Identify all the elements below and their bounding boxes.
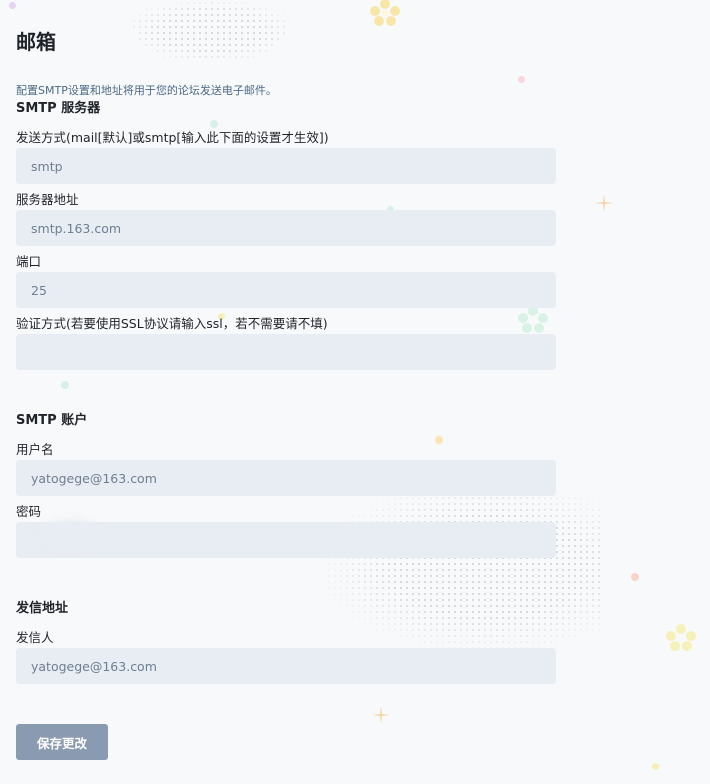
username-label: 用户名: [16, 442, 54, 457]
dot-decoration: [631, 573, 639, 581]
page-description: 配置SMTP设置和地址将用于您的论坛发送电子邮件。: [16, 84, 277, 97]
section-title-smtp-server: SMTP 服务器: [16, 101, 101, 116]
password-label: 密码: [16, 504, 42, 519]
encryption-input[interactable]: [16, 334, 556, 370]
port-input[interactable]: 25: [16, 272, 556, 308]
dot-decoration: [435, 436, 443, 444]
dot-decoration: [61, 381, 69, 389]
host-input[interactable]: smtp.163.com: [16, 210, 556, 246]
section-title-smtp-account: SMTP 账户: [16, 413, 88, 428]
sparkle-icon: [372, 706, 390, 724]
flower-icon: [370, 0, 400, 26]
save-button[interactable]: 保存更改: [16, 724, 108, 760]
from-label: 发信人: [16, 630, 54, 645]
dot-decoration: [518, 76, 525, 83]
page-title: 邮箱: [16, 30, 56, 54]
dot-pattern-decoration: [320, 495, 600, 655]
from-input[interactable]: yatogege@163.com: [16, 648, 556, 684]
port-label: 端口: [16, 254, 42, 269]
dot-decoration: [9, 2, 16, 9]
dot-pattern-decoration: [125, 0, 295, 62]
dot-decoration: [210, 120, 218, 128]
host-label: 服务器地址: [16, 192, 79, 207]
password-input[interactable]: [16, 522, 556, 558]
sparkle-icon: [595, 194, 613, 212]
section-title-sender: 发信地址: [16, 601, 69, 616]
dot-decoration: [652, 763, 659, 770]
method-label: 发送方式(mail[默认]或smtp[输入此下面的设置才生效]): [16, 130, 329, 145]
username-input[interactable]: yatogege@163.com: [16, 460, 556, 496]
encryption-label: 验证方式(若要使用SSL协议请输入ssl，若不需要请不填): [16, 316, 328, 331]
flower-icon: [518, 306, 548, 333]
flower-icon: [666, 624, 696, 651]
method-input[interactable]: smtp: [16, 148, 556, 184]
